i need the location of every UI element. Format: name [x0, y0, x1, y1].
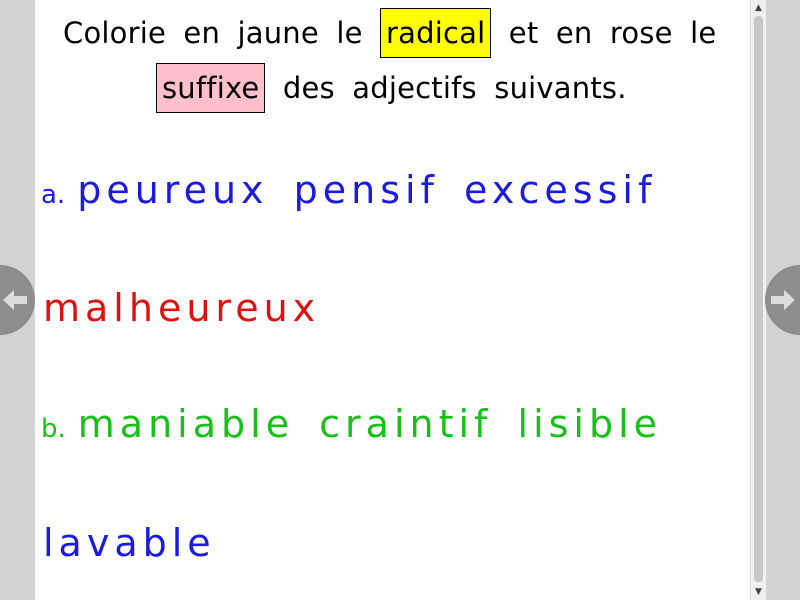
- exercise-a-words: peureux pensif excessif: [77, 168, 657, 212]
- viewer: Colorie en jaune le radical et en rose l…: [0, 0, 800, 600]
- exercise-b-label: b.: [41, 414, 66, 444]
- radical-highlight: radical: [380, 8, 492, 58]
- worksheet-page: Colorie en jaune le radical et en rose l…: [35, 0, 750, 600]
- exercise-b-words: maniable craintif lisible: [77, 402, 663, 446]
- suffixe-highlight: suffixe: [156, 63, 266, 113]
- scroll-down-button[interactable]: ▼: [751, 584, 766, 600]
- scroll-thumb[interactable]: [754, 16, 763, 582]
- exercise-b-line-2: lavable: [43, 521, 216, 565]
- exercise-a-words: malheureux: [43, 286, 321, 330]
- instruction-line-2: suffixe des adjectifs suivants.: [156, 63, 627, 113]
- instruction-text: des adjectifs suivants.: [265, 71, 627, 105]
- instruction-text: Colorie en jaune le: [63, 16, 381, 50]
- exercise-a-label: a.: [41, 180, 66, 210]
- arrow-left-icon: [3, 290, 27, 310]
- vertical-scrollbar[interactable]: ▲ ▼: [750, 0, 766, 600]
- exercise-b-words: lavable: [43, 521, 216, 565]
- instruction-text: et en rose le: [491, 16, 717, 50]
- exercise-b-line-1: b. maniable craintif lisible: [41, 402, 662, 446]
- arrow-right-icon: [771, 290, 795, 310]
- scroll-up-button[interactable]: ▲: [751, 0, 766, 16]
- previous-page-button[interactable]: [0, 265, 35, 335]
- instruction-line-1: Colorie en jaune le radical et en rose l…: [63, 8, 723, 58]
- exercise-a-line-1: a. peureux pensif excessif: [41, 168, 656, 212]
- next-page-button[interactable]: [765, 265, 800, 335]
- exercise-a-line-2: malheureux: [43, 286, 320, 330]
